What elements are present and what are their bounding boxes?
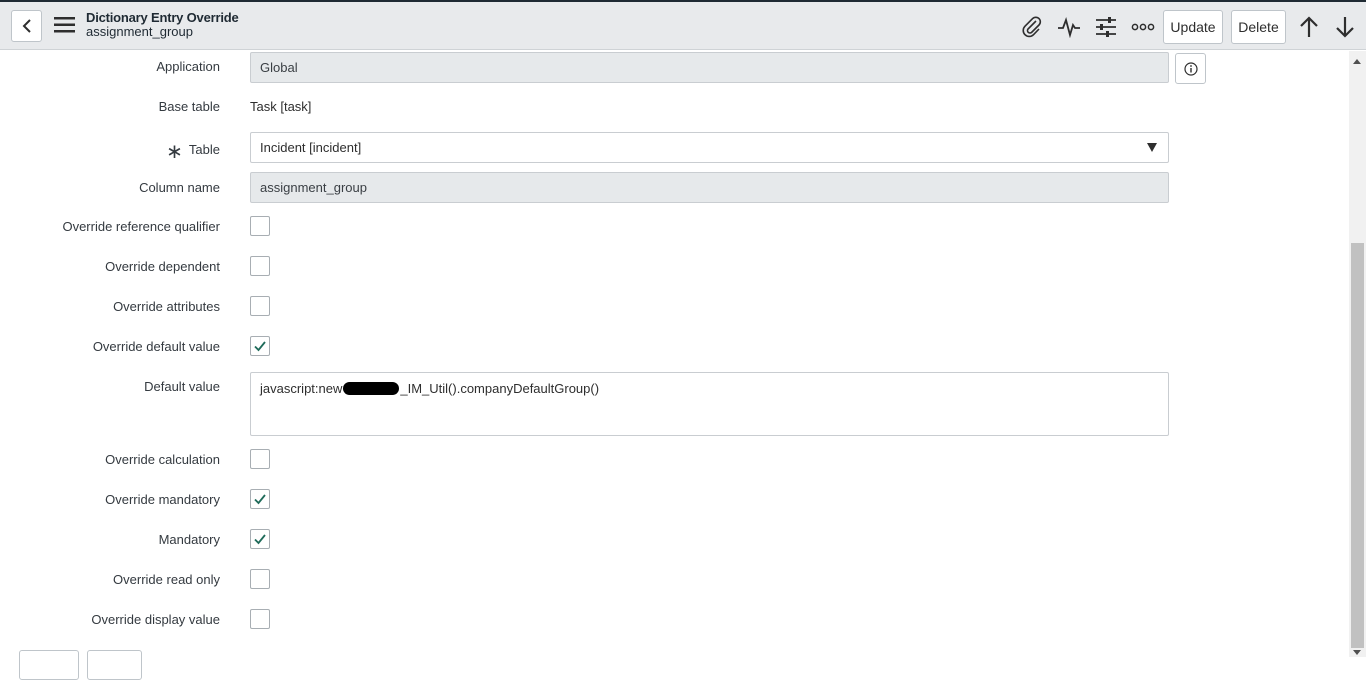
- table-label: Table: [188, 142, 220, 157]
- override-reference-qualifier-label: Override reference qualifier: [62, 219, 220, 234]
- override-attributes-checkbox[interactable]: [250, 296, 270, 316]
- override-reference-qualifier-checkbox[interactable]: [250, 216, 270, 236]
- table-select[interactable]: Incident [incident]: [250, 132, 1169, 163]
- override-read-only-label: Override read only: [113, 572, 220, 587]
- column-name-field: assignment_group: [250, 172, 1169, 203]
- required-mark: ∗: [166, 141, 183, 163]
- arrow-down-icon[interactable]: [1333, 15, 1357, 39]
- column-name-label: Column name: [139, 180, 220, 195]
- default-value-prefix: javascript:new: [260, 381, 343, 396]
- delete-button[interactable]: Delete: [1231, 10, 1286, 44]
- redacted-block: [343, 382, 400, 395]
- scroll-down-icon[interactable]: [1353, 650, 1361, 655]
- override-display-value-label: Override display value: [91, 612, 220, 627]
- scrollbar[interactable]: [1349, 51, 1366, 657]
- override-calculation-label: Override calculation: [105, 452, 220, 467]
- application-label: Application: [156, 59, 220, 74]
- base-table-value: Task [task]: [250, 99, 312, 114]
- info-icon: [1183, 61, 1198, 76]
- override-mandatory-checkbox[interactable]: [250, 489, 270, 509]
- override-display-value-checkbox[interactable]: [250, 609, 270, 629]
- override-dependent-label: Override dependent: [105, 259, 220, 274]
- arrow-up-icon[interactable]: [1297, 15, 1321, 39]
- mandatory-label: Mandatory: [158, 532, 220, 547]
- bottom-update-button[interactable]: [19, 650, 79, 680]
- override-mandatory-label: Override mandatory: [105, 492, 220, 507]
- caret-down-icon: [1147, 143, 1157, 152]
- default-value-label: Default value: [144, 379, 220, 394]
- header-title-block: Dictionary Entry Override assignment_gro…: [86, 11, 239, 39]
- bottom-delete-button[interactable]: [87, 650, 142, 680]
- back-button[interactable]: [11, 10, 42, 42]
- scroll-thumb[interactable]: [1351, 243, 1364, 648]
- form-header: Dictionary Entry Override assignment_gro…: [0, 0, 1366, 50]
- default-value-suffix: _IM_Util().companyDefaultGroup(): [400, 381, 600, 396]
- menu-icon[interactable]: [54, 16, 76, 34]
- default-value-textarea[interactable]: javascript:new _IM_Util().companyDefaultG…: [250, 372, 1169, 436]
- checkmark-icon: [254, 341, 266, 352]
- override-default-value-label: Override default value: [92, 339, 220, 354]
- activity-icon[interactable]: [1057, 15, 1081, 39]
- info-button[interactable]: [1175, 53, 1206, 84]
- base-table-label: Base table: [158, 99, 220, 114]
- table-select-value: Incident [incident]: [260, 140, 362, 155]
- override-dependent-checkbox[interactable]: [250, 256, 270, 276]
- override-calculation-checkbox[interactable]: [250, 449, 270, 469]
- scroll-up-icon[interactable]: [1353, 59, 1361, 64]
- more-icon[interactable]: [1131, 15, 1155, 39]
- update-button[interactable]: Update: [1163, 10, 1223, 44]
- mandatory-checkbox[interactable]: [250, 529, 270, 549]
- page-title: Dictionary Entry Override: [86, 10, 239, 25]
- back-icon: [22, 19, 31, 33]
- page-subtitle: assignment_group: [86, 24, 193, 39]
- override-read-only-checkbox[interactable]: [250, 569, 270, 589]
- override-attributes-label: Override attributes: [113, 299, 220, 314]
- checkmark-icon: [254, 494, 266, 505]
- settings-sliders-icon[interactable]: [1094, 15, 1118, 39]
- override-default-value-checkbox[interactable]: [250, 336, 270, 356]
- table-label-wrap: ∗ Table: [166, 139, 220, 164]
- paperclip-icon[interactable]: [1020, 15, 1044, 39]
- checkmark-icon: [254, 534, 266, 545]
- application-field: Global: [250, 52, 1169, 83]
